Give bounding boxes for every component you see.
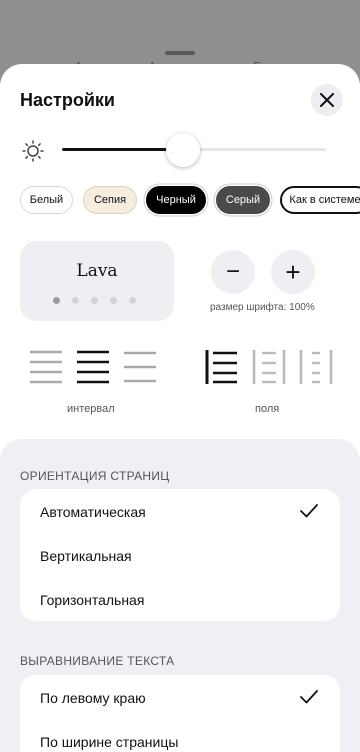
theme-gray-chip[interactable]: Серый [216,186,270,214]
theme-selector: Белый Сепия Черный Серый Как в системе [20,186,360,216]
option-label: Горизонтальная [40,592,145,608]
sun-icon [22,140,44,162]
orientation-section-title: ОРИЕНТАЦИЯ СТРАНИЦ [20,469,170,483]
brightness-slider[interactable] [62,132,326,168]
slider-thumb[interactable] [166,133,201,167]
margins-options [204,349,334,385]
sheet-title: Настройки [20,90,115,110]
theme-sepia-chip[interactable]: Сепия [83,186,137,214]
decrease-font-button[interactable]: − [211,250,255,294]
margins-medium-icon[interactable] [251,349,287,385]
theme-black-chip[interactable]: Черный [146,186,206,214]
close-button[interactable] [311,84,343,116]
increase-font-button[interactable]: + [271,250,315,294]
margins-large-icon[interactable] [298,349,334,385]
pager-dot [91,297,98,304]
alignment-option-left[interactable]: По левому краю [20,675,340,719]
pager-dot [129,297,136,304]
option-label: По левому краю [40,690,146,706]
theme-system-chip[interactable]: Как в системе [280,186,360,214]
option-label: Автоматическая [40,504,146,520]
check-icon [300,690,318,704]
theme-white-chip[interactable]: Белый [20,186,73,214]
font-selector-card[interactable]: Lava [20,241,174,321]
orientation-option-vertical[interactable]: Вертикальная [20,533,340,577]
pager-dot [72,297,79,304]
orientation-option-horizontal[interactable]: Горизонтальная [20,577,340,621]
margins-small-icon[interactable] [204,349,240,385]
sheet-drag-handle[interactable] [165,51,195,55]
check-icon [300,504,318,518]
spacing-label: интервал [67,403,115,415]
plus-icon: + [285,257,301,287]
margins-label: поля [255,403,280,415]
alignment-option-justify[interactable]: По ширине страницы [20,719,340,752]
pager-dot [53,297,60,304]
close-icon [320,93,334,107]
orientation-card: Автоматическая Вертикальная Горизонтальн… [20,489,340,621]
font-size-label: размер шрифта: 100% [210,302,315,313]
slider-fill [62,148,184,151]
font-name: Lava [76,261,118,281]
option-label: По ширине страницы [40,734,179,750]
spacing-options [28,349,158,385]
pager-dot [110,297,117,304]
layout-options-section: ОРИЕНТАЦИЯ СТРАНИЦ Автоматическая Вертик… [0,439,360,752]
spacing-medium-icon[interactable] [75,349,111,385]
minus-icon: − [225,258,240,285]
alignment-card: По левому краю По ширине страницы [20,675,340,752]
settings-sheet: Настройки Белый Сепия Черный Серый Как в… [0,64,360,752]
orientation-option-auto[interactable]: Автоматическая [20,489,340,533]
spacing-wide-icon[interactable] [28,349,64,385]
alignment-section-title: ВЫРАВНИВАНИЕ ТЕКСТА [20,654,175,668]
spacing-narrow-icon[interactable] [122,349,158,385]
option-label: Вертикальная [40,548,132,564]
font-pager-dots [53,297,136,304]
